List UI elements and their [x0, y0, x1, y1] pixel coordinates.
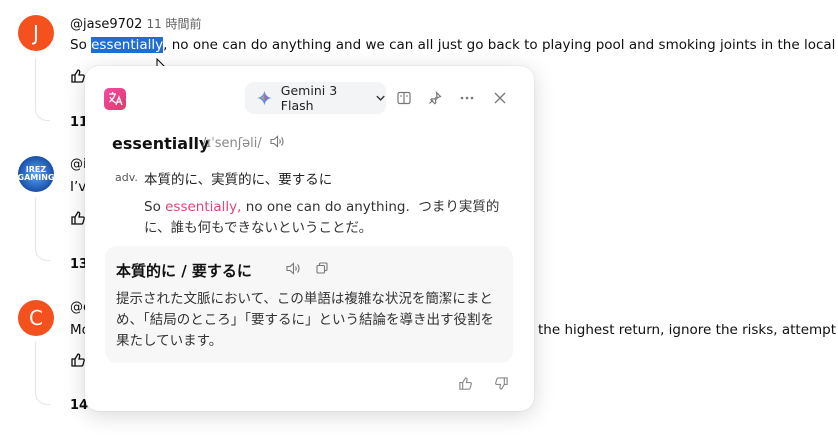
- avatar-jase9702[interactable]: J: [18, 15, 54, 51]
- speaker-icon[interactable]: [286, 262, 301, 275]
- avatar-c[interactable]: C: [18, 300, 54, 336]
- avatar-label: IREZ GAMING: [17, 165, 55, 182]
- thumbs-up-icon[interactable]: [458, 376, 473, 391]
- comment-text: I’v: [70, 179, 87, 195]
- part-of-speech: adv.: [115, 171, 138, 184]
- phonetic: /ɪˈsenʃəli/: [202, 136, 262, 151]
- comment-text: So essentially, no one can do anything a…: [70, 37, 838, 53]
- avatar-irez-gaming[interactable]: IREZ GAMING: [18, 156, 54, 192]
- avatar-letter: J: [33, 21, 39, 45]
- context-explanation-card: 本質的に / 要するに 提示された文脈において、この単語は複雑な状況を簡潔にまと…: [105, 246, 513, 363]
- context-explanation: 提示された文脈において、この単語は複雑な状況を簡潔にまとめ、「結局のところ」「要…: [116, 291, 494, 349]
- app-logo-icon: [104, 88, 126, 110]
- copy-icon[interactable]: [316, 262, 328, 274]
- comment-text-continued: the highest return, ignore the risks, at…: [538, 322, 838, 338]
- like-icon[interactable]: [70, 352, 86, 368]
- chevron-down-icon: [376, 95, 385, 101]
- more-icon[interactable]: [460, 96, 474, 100]
- context-title: 本質的に / 要するに: [116, 262, 252, 280]
- avatar-letter: C: [29, 306, 43, 330]
- thread-line: [35, 342, 50, 405]
- model-selector[interactable]: Gemini 3 Flash: [245, 82, 386, 114]
- selected-word: essentially: [91, 37, 164, 53]
- close-icon[interactable]: [494, 92, 506, 104]
- pin-icon[interactable]: [428, 91, 442, 105]
- definition: 本質的に、実質的に、要するに: [144, 172, 333, 188]
- example-sentence: So essentially, no one can do anything. …: [144, 199, 500, 236]
- thread-line: [35, 198, 50, 261]
- model-name: Gemini 3 Flash: [280, 83, 338, 113]
- thread-line: [35, 58, 50, 121]
- comment-time: 11 時間前: [146, 17, 202, 31]
- example-highlight: essentially,: [165, 199, 242, 215]
- headword: essentially: [112, 134, 210, 153]
- gemini-sparkle-icon: [257, 90, 272, 106]
- comment-author[interactable]: @jase9702 11 時間前: [70, 15, 202, 32]
- translation-popup: Gemini 3 Flash essentially /ɪˈsenʃəli/ a…: [85, 66, 534, 411]
- like-icon[interactable]: [70, 68, 86, 84]
- speaker-icon[interactable]: [270, 135, 285, 148]
- book-icon[interactable]: [397, 91, 411, 105]
- like-icon[interactable]: [70, 210, 86, 226]
- thumbs-down-icon[interactable]: [494, 376, 509, 391]
